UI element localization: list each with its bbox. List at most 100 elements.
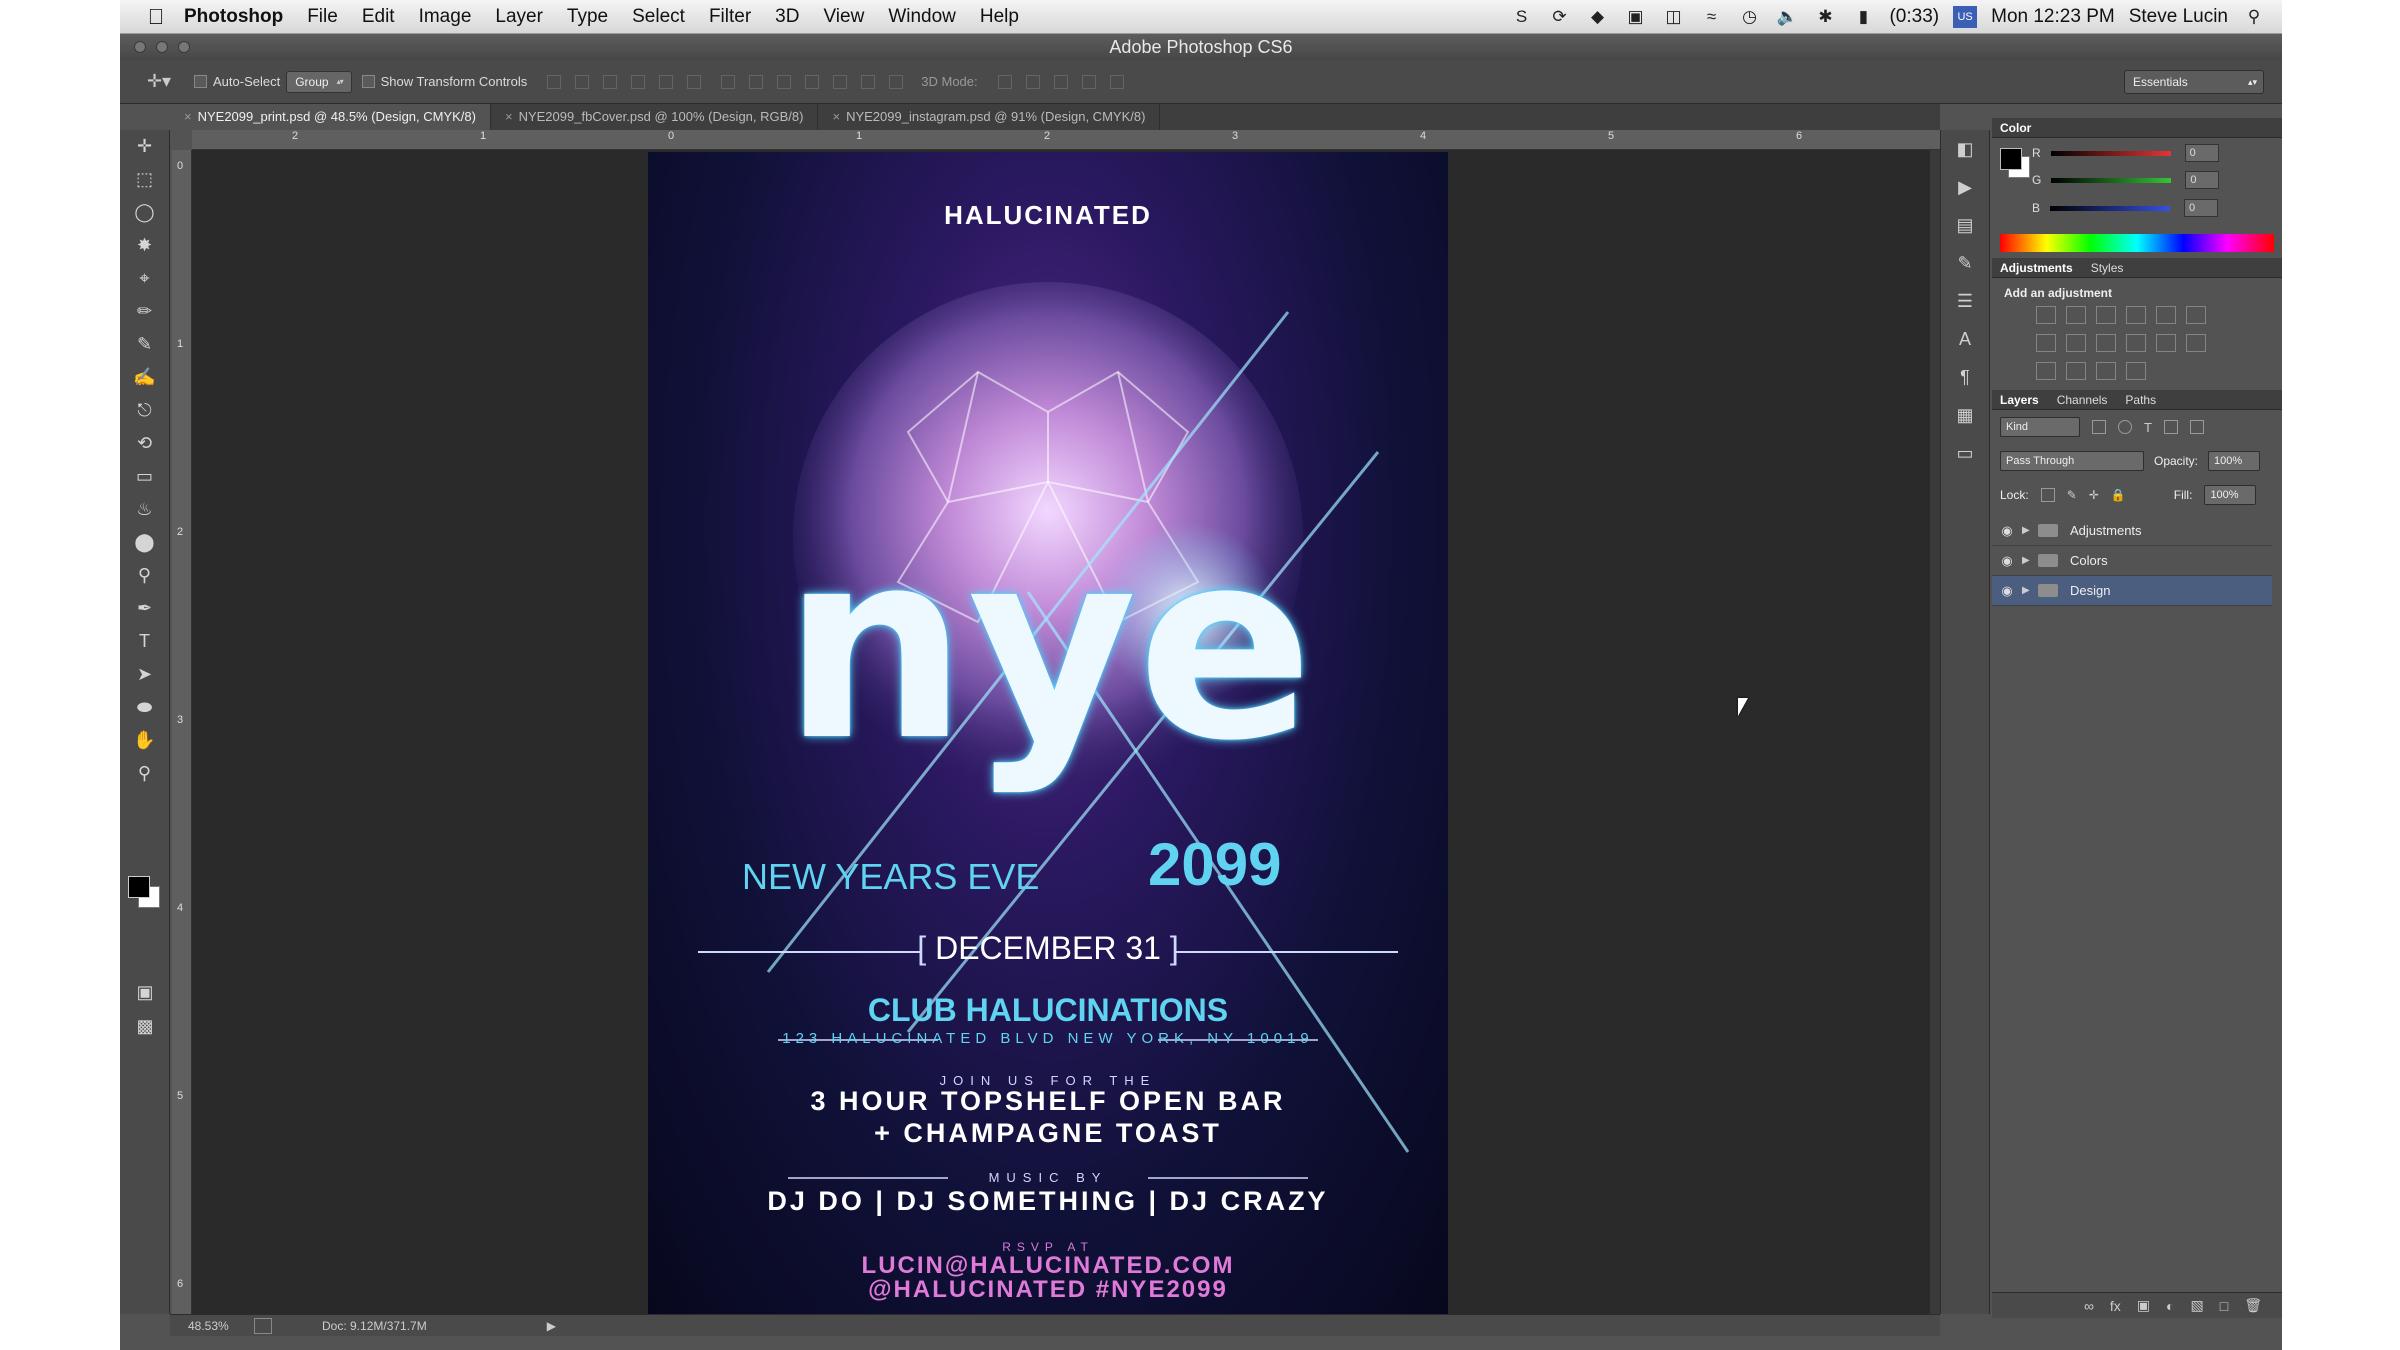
- camera-icon[interactable]: ▣: [1623, 6, 1647, 28]
- menu-app[interactable]: Photoshop: [172, 6, 295, 28]
- clock[interactable]: Mon 12:23 PM: [1991, 6, 2115, 28]
- workspace-switcher[interactable]: Essentials ▴▾: [2124, 70, 2264, 94]
- visibility-eye-icon[interactable]: ◉: [1992, 583, 2022, 599]
- menu-view[interactable]: View: [811, 6, 876, 28]
- vibrance-adjust-icon[interactable]: [2156, 306, 2176, 324]
- path-select-tool-icon[interactable]: ➤: [120, 658, 169, 691]
- menu-type[interactable]: Type: [555, 6, 620, 28]
- menu-filter[interactable]: Filter: [697, 6, 763, 28]
- lock-pixels-icon[interactable]: ✎: [2067, 488, 2077, 502]
- hand-tool-icon[interactable]: ✋: [120, 724, 169, 757]
- properties-panel-icon[interactable]: ▤: [1941, 206, 1989, 244]
- notes-panel-icon[interactable]: ▭: [1941, 434, 1989, 472]
- apple-icon[interactable]: : [140, 1, 172, 33]
- brush-panel-icon[interactable]: ✎: [1941, 244, 1989, 282]
- distribute-vcenter-icon[interactable]: [749, 74, 764, 89]
- align-bottom-icon[interactable]: [603, 74, 618, 89]
- red-value[interactable]: 0: [2184, 144, 2219, 162]
- brightness-adjust-icon[interactable]: [2036, 306, 2056, 324]
- visibility-eye-icon[interactable]: ◉: [1992, 553, 2022, 569]
- selective-color-adjust-icon[interactable]: [2126, 362, 2146, 380]
- clone-stamp-tool-icon[interactable]: ⎋: [120, 394, 169, 427]
- layer-row-colors[interactable]: ◉ ▶ Colors: [1992, 546, 2272, 576]
- shape-tool-icon[interactable]: ⬬: [120, 691, 169, 724]
- crop-tool-icon[interactable]: ⌖: [120, 262, 169, 295]
- layer-row-adjustments[interactable]: ◉ ▶ Adjustments: [1992, 516, 2272, 546]
- tab-print[interactable]: × NYE2099_print.psd @ 48.5% (Design, CMYK…: [170, 104, 491, 130]
- zoom-level[interactable]: 48.53%: [188, 1319, 254, 1333]
- brush-presets-icon[interactable]: ☰: [1941, 282, 1989, 320]
- dodge-tool-icon[interactable]: ⚲: [120, 559, 169, 592]
- distribute-top-icon[interactable]: [721, 74, 736, 89]
- adjustments-tab[interactable]: Adjustments: [2000, 261, 2073, 275]
- evernote-icon[interactable]: ◆: [1585, 6, 1609, 28]
- pen-tool-icon[interactable]: ✒: [120, 592, 169, 625]
- distribute-bottom-icon[interactable]: [777, 74, 792, 89]
- visibility-eye-icon[interactable]: ◉: [1992, 523, 2022, 539]
- layers-tab[interactable]: Layers: [2000, 393, 2039, 407]
- menu-window[interactable]: Window: [876, 6, 968, 28]
- lock-transparency-icon[interactable]: [2040, 488, 2055, 502]
- opacity-field[interactable]: 100%: [2208, 451, 2261, 471]
- layer-kind-filter[interactable]: Kind: [2000, 417, 2080, 437]
- layer-style-icon[interactable]: fx: [2110, 1298, 2121, 1314]
- filter-smart-icon[interactable]: [2189, 420, 2204, 434]
- exposure-adjust-icon[interactable]: [2126, 306, 2146, 324]
- 3d-slide-icon[interactable]: [1081, 74, 1096, 89]
- expand-arrow-icon[interactable]: ▶: [2022, 585, 2038, 596]
- new-adjustment-icon[interactable]: ◐: [2166, 1298, 2174, 1314]
- threshold-adjust-icon[interactable]: [2066, 362, 2086, 380]
- blue-value[interactable]: 0: [2184, 199, 2219, 217]
- 3d-scale-icon[interactable]: [1109, 74, 1124, 89]
- hue-sat-adjust-icon[interactable]: [2186, 306, 2206, 324]
- history-panel-icon[interactable]: ◧: [1941, 130, 1989, 168]
- vertical-scrollbar[interactable]: [1930, 150, 1940, 1314]
- show-transform-checkbox[interactable]: [361, 75, 375, 88]
- new-group-icon[interactable]: ▧: [2191, 1297, 2204, 1314]
- zoom-window-button[interactable]: [178, 41, 190, 53]
- quick-mask-icon[interactable]: ▣: [120, 976, 170, 1009]
- curves-adjust-icon[interactable]: [2096, 306, 2116, 324]
- status-info-icon[interactable]: [254, 1317, 272, 1334]
- 3d-drag-icon[interactable]: [1053, 74, 1068, 89]
- tab-fbcover[interactable]: × NYE2099_fbCover.psd @ 100% (Design, RGB…: [491, 104, 819, 130]
- menu-edit[interactable]: Edit: [350, 6, 407, 28]
- link-layers-icon[interactable]: ∞: [2084, 1298, 2094, 1314]
- flag-icon[interactable]: US: [1953, 6, 1978, 28]
- zoom-tool-icon[interactable]: ⚲: [120, 757, 169, 790]
- black-white-adjust-icon[interactable]: [2066, 334, 2086, 352]
- filter-adjust-icon[interactable]: [2118, 420, 2132, 434]
- menu-file[interactable]: File: [295, 6, 350, 28]
- brush-tool-icon[interactable]: ✍: [120, 361, 169, 394]
- align-left-icon[interactable]: [631, 74, 646, 89]
- lock-position-icon[interactable]: ✛: [2089, 488, 2099, 502]
- sync-icon[interactable]: ⟳: [1547, 6, 1571, 28]
- menu-layer[interactable]: Layer: [483, 6, 555, 28]
- move-tool-preset-icon[interactable]: ✛▾: [134, 71, 184, 92]
- 3d-roll-icon[interactable]: [1025, 74, 1040, 89]
- color-balance-adjust-icon[interactable]: [2036, 334, 2056, 352]
- paint-bucket-tool-icon[interactable]: ♨: [120, 493, 169, 526]
- layer-comps-icon[interactable]: ▦: [1941, 396, 1989, 434]
- spotlight-search-icon[interactable]: ⚲: [2242, 6, 2266, 28]
- color-spectrum[interactable]: [2000, 234, 2274, 252]
- close-tab-icon[interactable]: ×: [832, 109, 840, 124]
- type-tool-icon[interactable]: T: [120, 625, 169, 658]
- menu-select[interactable]: Select: [620, 6, 697, 28]
- volume-icon[interactable]: 🔈: [1775, 6, 1799, 28]
- menu-3d[interactable]: 3D: [763, 6, 811, 28]
- red-slider[interactable]: [2050, 150, 2171, 156]
- wifi-icon[interactable]: ≈: [1699, 6, 1723, 28]
- fill-field[interactable]: 100%: [2204, 485, 2257, 505]
- move-tool-icon[interactable]: ✛: [120, 130, 169, 163]
- color-fg-swatch[interactable]: [2000, 148, 2022, 170]
- color-panel-tab[interactable]: Color: [2000, 121, 2031, 135]
- gradient-map-adjust-icon[interactable]: [2096, 362, 2116, 380]
- lasso-tool-icon[interactable]: ◯: [120, 196, 169, 229]
- photo-filter-adjust-icon[interactable]: [2096, 334, 2116, 352]
- quick-select-tool-icon[interactable]: ✸: [120, 229, 169, 262]
- paragraph-panel-icon[interactable]: ¶: [1941, 358, 1989, 396]
- styles-tab[interactable]: Styles: [2091, 261, 2124, 275]
- user-name[interactable]: Steve Lucin: [2129, 6, 2228, 28]
- distribute-left-icon[interactable]: [805, 74, 820, 89]
